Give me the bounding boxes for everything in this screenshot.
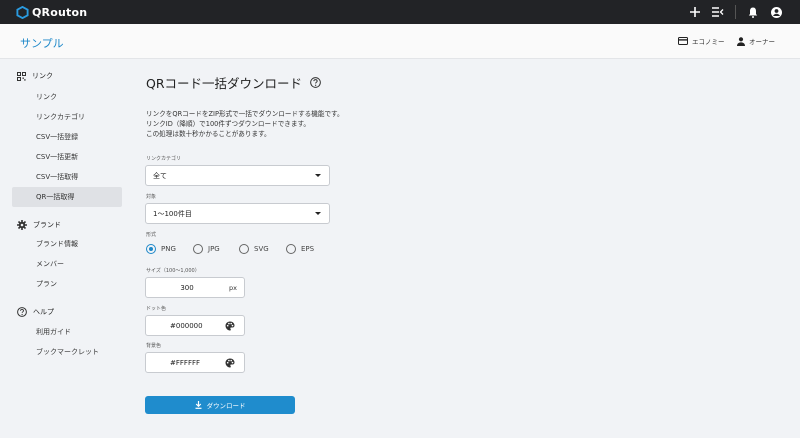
gear-icon: [17, 220, 27, 230]
radio-unchecked-icon: [193, 244, 203, 254]
bg-color-input[interactable]: #FFFFFF: [145, 352, 245, 373]
download-label: ダウンロード: [206, 402, 246, 410]
download-button[interactable]: ダウンロード: [145, 396, 295, 414]
bell-icon[interactable]: [747, 6, 759, 18]
description-line: この処理は数十秒かかることがあります。: [146, 130, 271, 138]
sidebar-item-qr-bulk[interactable]: QR一括取得: [12, 187, 122, 207]
radio-label: PNG: [161, 245, 176, 253]
sidebar-section-label: リンク: [32, 72, 53, 80]
format-radio-png[interactable]: PNG: [146, 244, 193, 254]
format-radio-group: PNG JPG SVG EPS: [146, 244, 332, 254]
page-title-text: QRコード一括ダウンロード: [146, 76, 303, 91]
sidebar-item-csv-register[interactable]: CSV一括登録: [12, 127, 122, 147]
category-label: リンクカテゴリ: [146, 156, 182, 162]
size-unit: px: [229, 283, 237, 292]
credit-card-icon: [678, 37, 688, 45]
format-radio-svg[interactable]: SVG: [239, 244, 286, 254]
account-circle-icon[interactable]: [770, 6, 782, 18]
size-value: 300: [180, 283, 194, 292]
page-title: QRコード一括ダウンロード: [146, 73, 321, 92]
palette-icon[interactable]: [225, 321, 235, 331]
sidebar-item-guide[interactable]: 利用ガイド: [12, 322, 122, 342]
dropdown-arrow-icon: [315, 212, 321, 215]
role-label: オーナー: [749, 38, 775, 46]
format-radio-eps[interactable]: EPS: [286, 244, 332, 254]
logo-text: QRouton: [32, 5, 88, 19]
format-radio-jpg[interactable]: JPG: [193, 244, 239, 254]
target-select[interactable]: 1〜100件目: [145, 203, 330, 224]
category-value: 全て: [153, 171, 167, 180]
target-value: 1〜100件目: [153, 209, 192, 218]
category-select[interactable]: 全て: [145, 165, 330, 186]
menu-collapse-icon[interactable]: [712, 6, 724, 18]
grid-icon: [17, 71, 26, 81]
app-logo[interactable]: QRouton: [16, 5, 88, 19]
radio-label: JPG: [208, 245, 220, 253]
logo-hexagon-icon: [16, 5, 29, 19]
size-label: サイズ（100〜1,000）: [146, 268, 200, 274]
project-header: サンプル エコノミー オーナー: [0, 24, 800, 59]
description-line: リンクをQRコードをZIP形式で一括でダウンロードする機能です。: [146, 110, 344, 118]
palette-icon[interactable]: [225, 358, 235, 368]
format-label: 形式: [146, 232, 157, 238]
help-icon: [17, 307, 27, 317]
role-badge[interactable]: オーナー: [737, 36, 775, 46]
radio-label: EPS: [301, 245, 315, 253]
plus-icon[interactable]: [689, 6, 701, 18]
help-icon[interactable]: [310, 77, 321, 88]
radio-label: SVG: [254, 245, 269, 253]
sidebar-item-bookmarklet[interactable]: ブックマークレット: [12, 342, 122, 362]
plan-label: エコノミー: [692, 38, 725, 46]
sidebar-section-brand: ブランド: [17, 220, 61, 230]
sidebar-item-csv-fetch[interactable]: CSV一括取得: [12, 167, 122, 187]
dropdown-arrow-icon: [315, 174, 321, 177]
project-name[interactable]: サンプル: [20, 35, 64, 51]
description-line: リンクID（降順）で100件ずつダウンロードできます。: [146, 120, 311, 128]
dot-color-label: ドット色: [146, 306, 167, 312]
target-label: 対象: [146, 194, 157, 200]
sidebar-item-members[interactable]: メンバー: [12, 254, 122, 274]
size-input[interactable]: 300 px: [145, 277, 245, 298]
sidebar-item-csv-update[interactable]: CSV一括更新: [12, 147, 122, 167]
dot-color-input[interactable]: #000000: [145, 315, 245, 336]
sidebar-section-link: リンク: [17, 71, 53, 81]
bg-color-label: 背景色: [146, 343, 162, 349]
sidebar-section-label: ヘルプ: [33, 308, 54, 316]
download-icon: [195, 401, 201, 409]
plan-badge[interactable]: エコノミー: [678, 36, 725, 46]
person-icon: [737, 36, 745, 46]
radio-unchecked-icon: [286, 244, 296, 254]
top-bar: QRouton: [0, 0, 800, 24]
radio-checked-icon: [146, 244, 156, 254]
topbar-divider: [735, 5, 736, 19]
bg-color-value: #FFFFFF: [170, 358, 201, 367]
sidebar-section-help: ヘルプ: [17, 307, 54, 317]
sidebar-item-link-category[interactable]: リンクカテゴリ: [12, 107, 122, 127]
sidebar-item-brand-info[interactable]: ブランド情報: [12, 234, 122, 254]
dot-color-value: #000000: [170, 321, 203, 330]
sidebar-item-link[interactable]: リンク: [12, 87, 122, 107]
sidebar-item-plan[interactable]: プラン: [12, 274, 122, 294]
sidebar-section-label: ブランド: [33, 221, 61, 229]
radio-unchecked-icon: [239, 244, 249, 254]
